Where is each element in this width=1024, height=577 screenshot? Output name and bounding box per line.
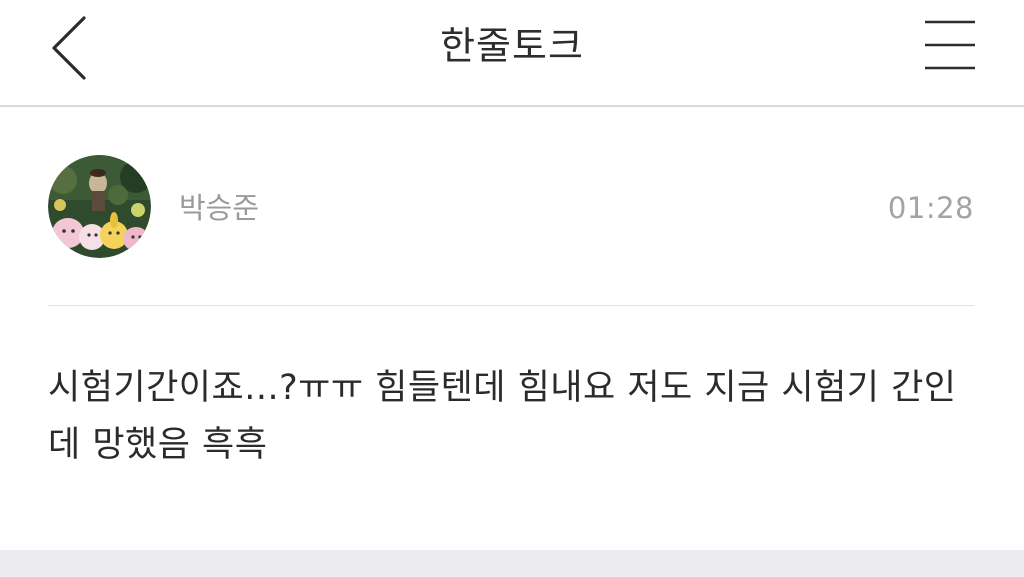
hamburger-menu-icon [925,20,975,70]
post-content: 시험기간이죠...?ㅠㅠ 힘들텐데 힘내요 저도 지금 시험기 간인데 망했음 … [48,368,957,465]
menu-button[interactable] [915,14,985,84]
page-title: 한줄토크 [440,24,584,68]
divider [48,305,974,306]
post-author-row: 박승준 01:28 [48,150,974,260]
cartoon-character-avatar [48,155,151,258]
avatar[interactable] [48,155,151,258]
post-time: 01:28 [887,191,974,225]
author-name[interactable]: 박승준 [179,190,259,226]
section-separator [0,550,1024,577]
top-bar: 한줄토크 [0,0,1024,107]
